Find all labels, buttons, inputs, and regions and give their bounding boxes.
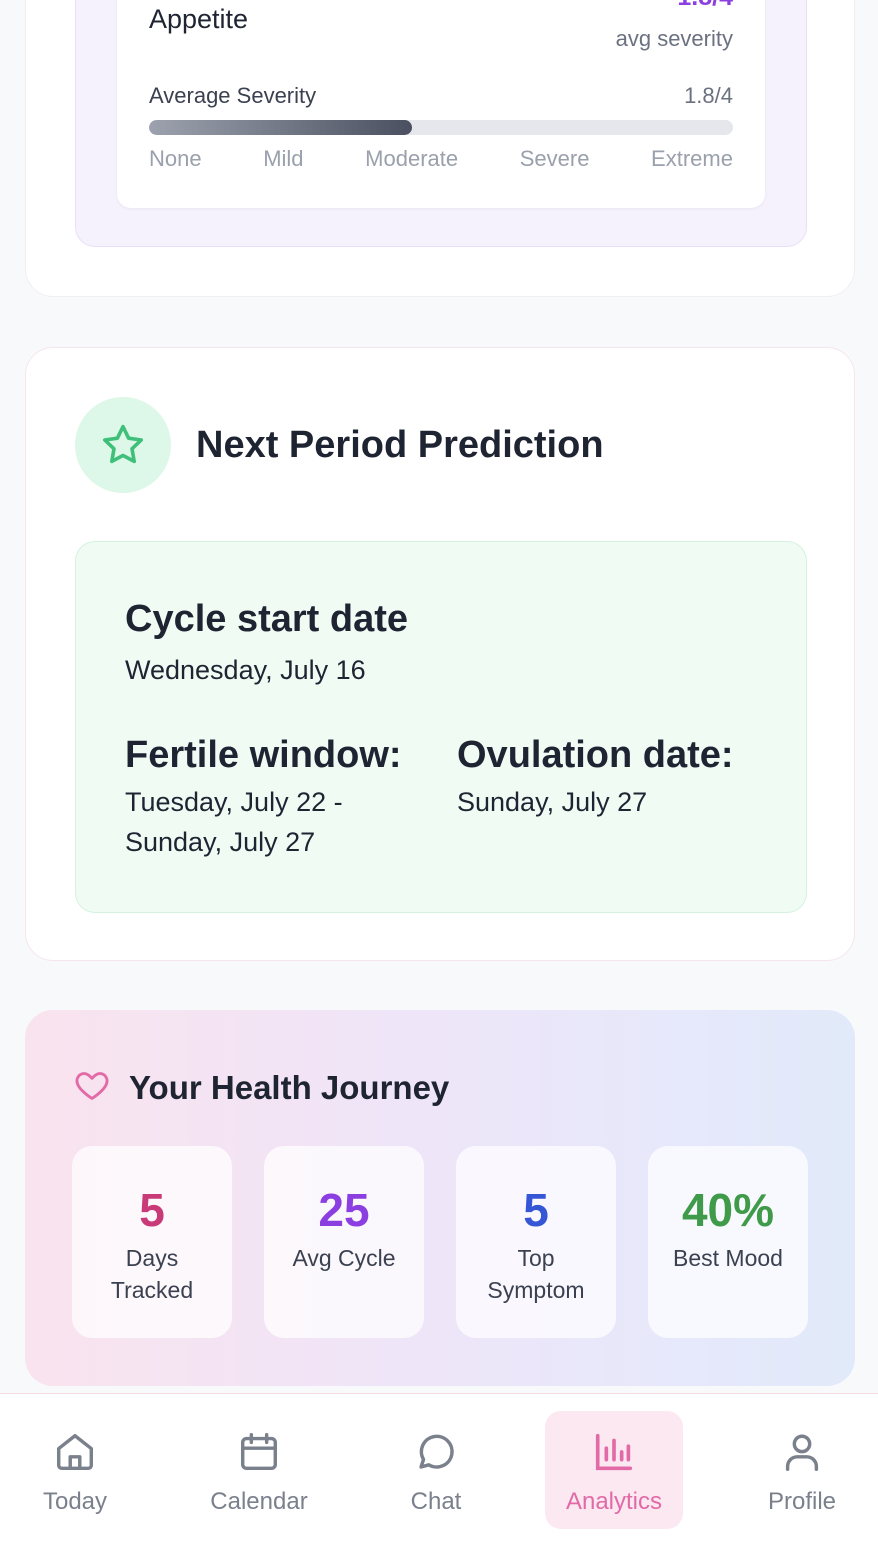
severity-label: Average Severity [149, 83, 317, 108]
nav-label: Calendar [210, 1488, 308, 1515]
severity-bar [149, 120, 733, 135]
stat-avg-cycle: 25 Avg Cycle [264, 1146, 424, 1338]
nav-label: Chat [410, 1488, 462, 1515]
stat-best-mood: 40% Best Mood [648, 1146, 808, 1338]
calendar-icon [236, 1429, 282, 1480]
nav-item-analytics[interactable]: Analytics [545, 1411, 683, 1529]
nav-item-profile[interactable]: Profile [742, 1411, 862, 1529]
stat-value: 5 [139, 1184, 165, 1236]
prediction-card: Next Period Prediction Cycle start date … [25, 347, 855, 961]
stat-days-tracked: 5 Days Tracked [72, 1146, 232, 1338]
bar-chart-icon [591, 1429, 637, 1480]
nav-item-chat[interactable]: Chat [380, 1411, 492, 1529]
stat-label: Avg Cycle [292, 1245, 396, 1271]
cycle-start-value: Wednesday, July 16 [125, 655, 366, 685]
nav-label: Analytics [565, 1488, 663, 1515]
scale-label: None [149, 146, 202, 171]
fertile-window-heading: Fertile window: [125, 734, 402, 776]
scale-label: Severe [519, 146, 590, 171]
scale-label: Extreme [651, 146, 733, 171]
prediction-details: Cycle start date Wednesday, July 16 Fert… [75, 541, 807, 913]
ovulation-value: Sunday, July 27 [457, 787, 648, 817]
stat-value: 40% [681, 1184, 775, 1236]
stat-label: Top Symptom [487, 1245, 585, 1303]
nav-item-calendar[interactable]: Calendar [190, 1411, 328, 1529]
home-icon [52, 1429, 98, 1480]
stat-value: 25 [318, 1184, 370, 1236]
stat-label: Days Tracked [110, 1245, 194, 1303]
analytics-page: Appetite 1.8/4 avg severity Average Seve… [0, 0, 878, 1546]
journey-header: Your Health Journey [73, 1066, 449, 1109]
nav-label: Profile [767, 1488, 837, 1515]
stat-label: Best Mood [673, 1245, 783, 1271]
scale-label: Mild [263, 146, 304, 171]
journey-title: Your Health Journey [129, 1068, 450, 1106]
symptom-panel: Appetite 1.8/4 avg severity Average Seve… [75, 0, 807, 247]
symptom-score-label: avg severity [615, 26, 733, 51]
health-journey-card: Your Health Journey 5 Days Tracked 25 Av… [25, 1010, 855, 1386]
ovulation-heading: Ovulation date: [457, 734, 734, 776]
fertile-window-end: Sunday, July 27 [125, 827, 316, 857]
user-icon [779, 1429, 825, 1480]
symptom-score: 1.8/4 [677, 0, 733, 12]
prediction-title: Next Period Prediction [196, 424, 604, 466]
symptom-name: Appetite [149, 4, 249, 34]
star-icon [75, 397, 171, 493]
severity-bar-fill [149, 120, 412, 135]
symptom-section-card: Appetite 1.8/4 avg severity Average Seve… [25, 0, 855, 297]
nav-item-today[interactable]: Today [10, 1411, 140, 1529]
nav-label: Today [42, 1488, 108, 1515]
heart-icon [73, 1066, 111, 1109]
severity-value: 1.8/4 [684, 83, 733, 108]
bottom-nav: Today Calendar Chat Analytics Profile [0, 1393, 878, 1546]
stat-top-symptom: 5 Top Symptom [456, 1146, 616, 1338]
fertile-window-start: Tuesday, July 22 - [125, 787, 343, 817]
journey-stats: 5 Days Tracked 25 Avg Cycle 5 Top Sympto… [72, 1146, 808, 1338]
scale-label: Moderate [365, 146, 459, 171]
cycle-start-heading: Cycle start date [125, 598, 409, 640]
severity-scale: None Mild Moderate Severe Extreme [149, 146, 733, 172]
stat-value: 5 [523, 1184, 549, 1236]
symptom-item-appetite: Appetite 1.8/4 avg severity Average Seve… [117, 0, 765, 208]
chat-icon [413, 1429, 459, 1480]
